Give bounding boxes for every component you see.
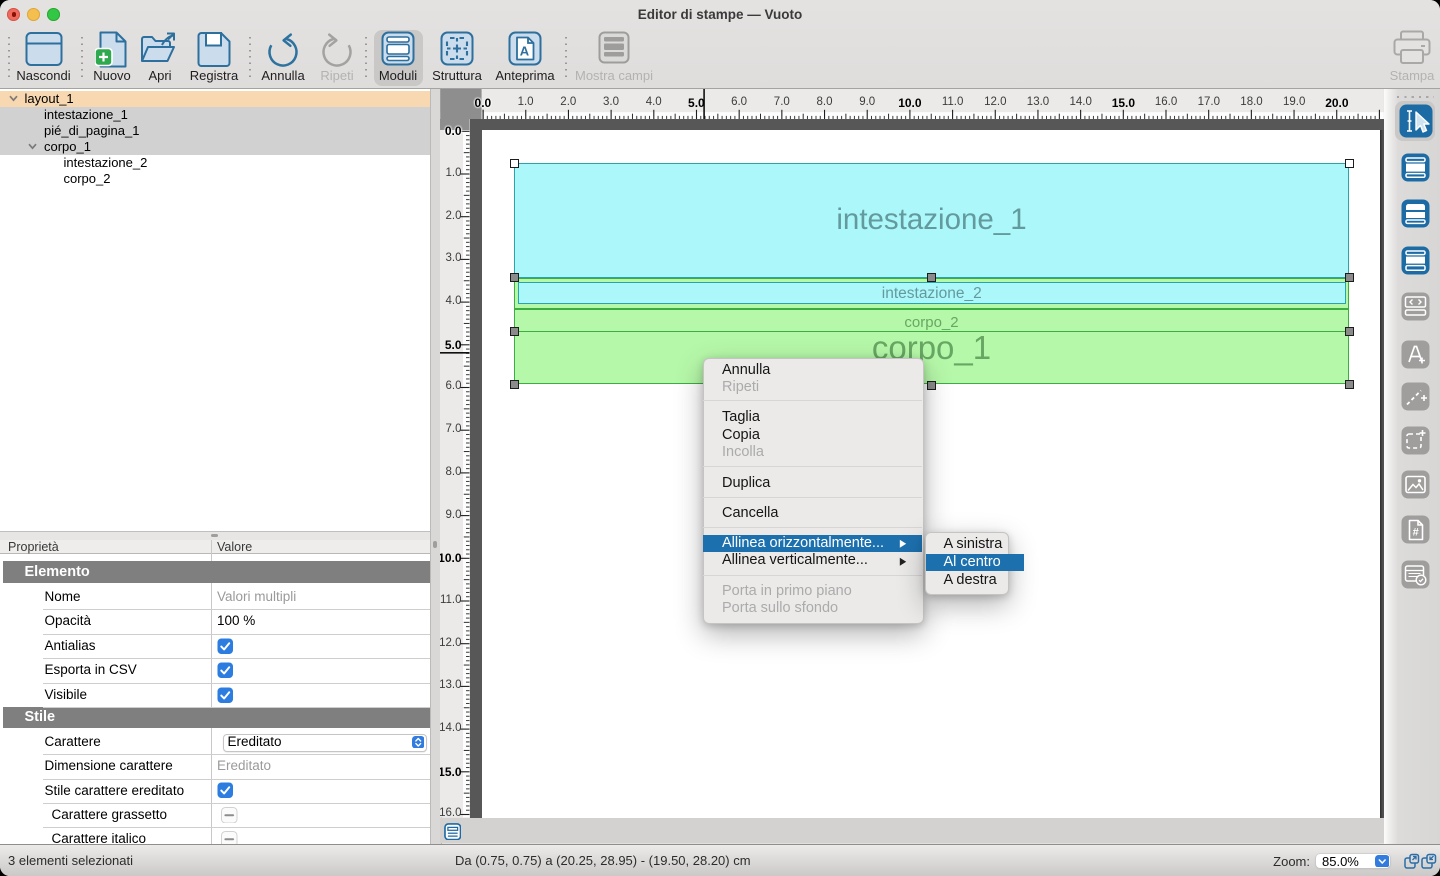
svg-text:A: A	[520, 44, 530, 59]
svg-text:#: #	[1413, 527, 1419, 539]
